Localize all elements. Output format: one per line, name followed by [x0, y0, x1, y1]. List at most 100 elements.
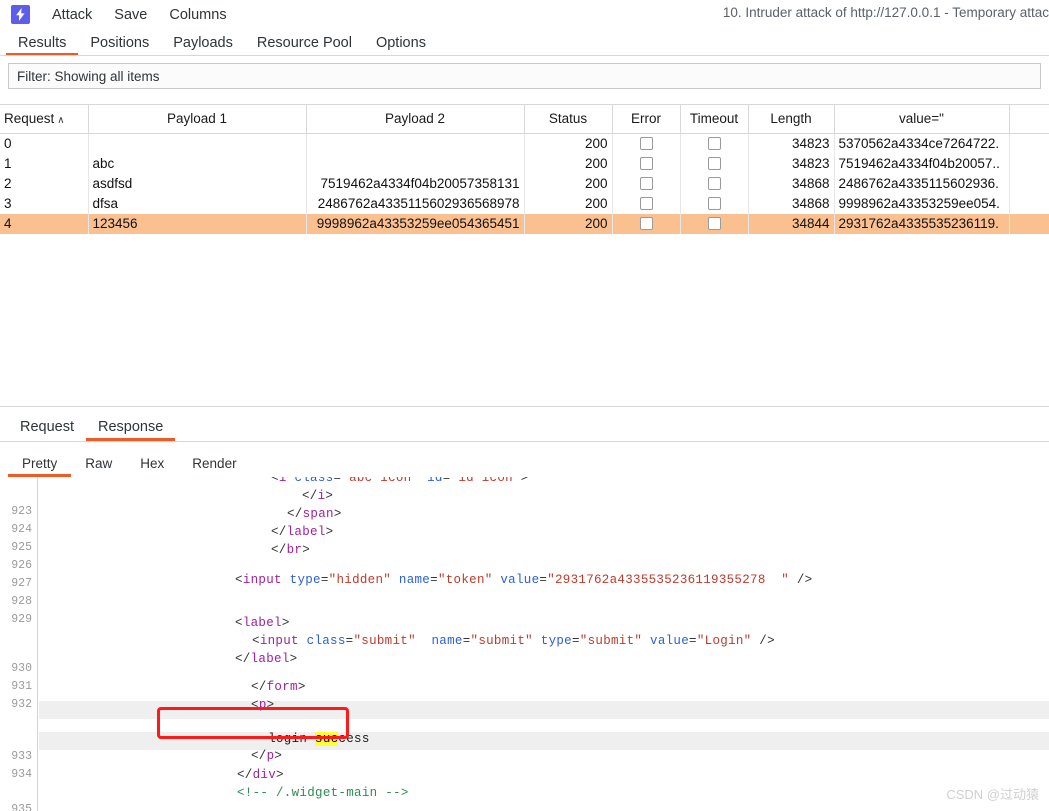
- cell-timeout: [680, 133, 749, 154]
- code-line-token-input: <input type="hidden" name="token" value=…: [235, 573, 813, 587]
- cell-payload2: 2486762a4335115602936568978: [306, 193, 525, 214]
- line-number: 931: [11, 680, 32, 693]
- table-row-selected[interactable]: 4 123456 9998962a43353259ee054365451 200…: [0, 213, 1049, 234]
- table-row[interactable]: 1 abc 200 34823 7519462a4334f04b20057..: [0, 153, 1049, 174]
- token-value: 2931762a4335535236119355278: [555, 573, 766, 587]
- line-number: 924: [11, 523, 32, 536]
- tab-response[interactable]: Response: [86, 419, 176, 441]
- cell-error: [612, 193, 681, 214]
- code-line: </br>: [271, 543, 311, 557]
- table-row[interactable]: 3 dfsa 2486762a4335115602936568978 200 3…: [0, 193, 1049, 214]
- line-number: 935: [11, 803, 32, 811]
- tab-request[interactable]: Request: [8, 419, 86, 441]
- column-header-value[interactable]: value=": [834, 105, 1010, 134]
- filter-bar[interactable]: Filter: Showing all items: [8, 63, 1041, 89]
- line-number: 927: [11, 577, 32, 590]
- cell-spacer: [1009, 133, 1049, 154]
- column-header-spacer: [1009, 105, 1049, 134]
- timeout-checkbox[interactable]: [707, 197, 721, 211]
- cell-payload1: asdfsd: [88, 173, 307, 194]
- column-header-request[interactable]: Request ∧: [0, 105, 89, 134]
- tab-results[interactable]: Results: [6, 35, 79, 56]
- error-checkbox[interactable]: [639, 217, 653, 231]
- message-tab-divider: [0, 441, 1049, 442]
- code-line: </div>: [237, 768, 284, 782]
- timeout-checkbox[interactable]: [707, 217, 721, 231]
- column-header-payload2[interactable]: Payload 2: [306, 105, 525, 134]
- code-line: <p>: [251, 698, 275, 712]
- response-code-viewer[interactable]: 923 924 925 926 927 928 929 930 931 932 …: [0, 477, 1049, 811]
- code-line: </label>: [235, 652, 298, 666]
- cell-spacer: [1009, 153, 1049, 174]
- column-header-length[interactable]: Length: [748, 105, 835, 134]
- sort-ascending-icon: ∧: [57, 115, 65, 127]
- cell-error: [612, 133, 681, 154]
- timeout-checkbox[interactable]: [707, 157, 721, 171]
- line-number: 930: [11, 662, 32, 675]
- cell-timeout: [680, 193, 749, 214]
- timeout-checkbox[interactable]: [707, 137, 721, 151]
- results-table: Request ∧ Payload 1 Payload 2 Status Erro…: [0, 105, 1049, 234]
- menu-item-columns[interactable]: Columns: [169, 7, 226, 23]
- line-number: 925: [11, 541, 32, 554]
- cell-payload2: [306, 153, 525, 174]
- column-header-payload1[interactable]: Payload 1: [88, 105, 307, 134]
- error-checkbox[interactable]: [639, 157, 653, 171]
- line-number: 933: [11, 750, 32, 763]
- tab-hex[interactable]: Hex: [126, 456, 178, 477]
- cell-payload2: 7519462a4334f04b20057358131: [306, 173, 525, 194]
- table-row[interactable]: 2 asdfsd 7519462a4334f04b20057358131 200…: [0, 173, 1049, 194]
- cell-request: 0: [0, 133, 89, 154]
- table-row[interactable]: 0 200 34823 5370562a4334ce7264722.: [0, 133, 1049, 154]
- column-header-error[interactable]: Error: [612, 105, 681, 134]
- cell-value: 2486762a4335115602936.: [834, 173, 1010, 194]
- tab-positions[interactable]: Positions: [78, 35, 161, 56]
- menu-item-save[interactable]: Save: [114, 7, 147, 23]
- cell-length: 34844: [748, 213, 835, 234]
- line-number: 934: [11, 768, 32, 781]
- cell-status: 200: [524, 153, 613, 174]
- cell-value: 5370562a4334ce7264722.: [834, 133, 1010, 154]
- cell-value: 7519462a4334f04b20057..: [834, 153, 1010, 174]
- cell-payload1: dfsa: [88, 193, 307, 214]
- cell-length: 34868: [748, 173, 835, 194]
- cell-payload1: abc: [88, 153, 307, 174]
- cell-request: 4: [0, 213, 89, 234]
- cell-error: [612, 173, 681, 194]
- cell-status: 200: [524, 213, 613, 234]
- cell-request: 1: [0, 153, 89, 174]
- cell-timeout: [680, 173, 749, 194]
- tab-resource-pool[interactable]: Resource Pool: [245, 35, 364, 56]
- code-line: </i>: [302, 489, 334, 503]
- cell-payload1: [88, 133, 307, 154]
- code-line: </p>: [251, 749, 283, 763]
- error-checkbox[interactable]: [639, 137, 653, 151]
- tab-pretty[interactable]: Pretty: [8, 456, 72, 477]
- tab-render[interactable]: Render: [178, 456, 250, 477]
- tab-payloads[interactable]: Payloads: [161, 35, 245, 56]
- view-mode-tab-strip: Pretty Raw Hex Render: [0, 449, 1049, 477]
- table-header-row: Request ∧ Payload 1 Payload 2 Status Erro…: [0, 105, 1049, 134]
- burp-intruder-window: Attack Save Columns 10. Intruder attack …: [0, 0, 1049, 811]
- cell-spacer: [1009, 193, 1049, 214]
- line-number: 932: [11, 698, 32, 711]
- results-table-container: Request ∧ Payload 1 Payload 2 Status Erro…: [0, 104, 1049, 407]
- menu-bar: Attack Save Columns 10. Intruder attack …: [0, 0, 1049, 29]
- column-header-timeout[interactable]: Timeout: [680, 105, 749, 134]
- error-checkbox[interactable]: [639, 177, 653, 191]
- line-number: 928: [11, 595, 32, 608]
- code-line-login-success: login success: [237, 732, 370, 746]
- cell-spacer: [1009, 173, 1049, 194]
- code-content: <i class="abc icon" id="id icon"> </i> <…: [39, 477, 1049, 811]
- error-checkbox[interactable]: [639, 197, 653, 211]
- cell-length: 34823: [748, 153, 835, 174]
- column-header-status[interactable]: Status: [524, 105, 613, 134]
- tab-options[interactable]: Options: [364, 35, 438, 56]
- menu-item-attack[interactable]: Attack: [52, 7, 92, 23]
- code-line: </span>: [287, 507, 342, 521]
- cell-timeout: [680, 153, 749, 174]
- timeout-checkbox[interactable]: [707, 177, 721, 191]
- line-number: 926: [11, 559, 32, 572]
- tab-raw[interactable]: Raw: [71, 456, 126, 477]
- search-match-highlight: suc: [315, 732, 339, 746]
